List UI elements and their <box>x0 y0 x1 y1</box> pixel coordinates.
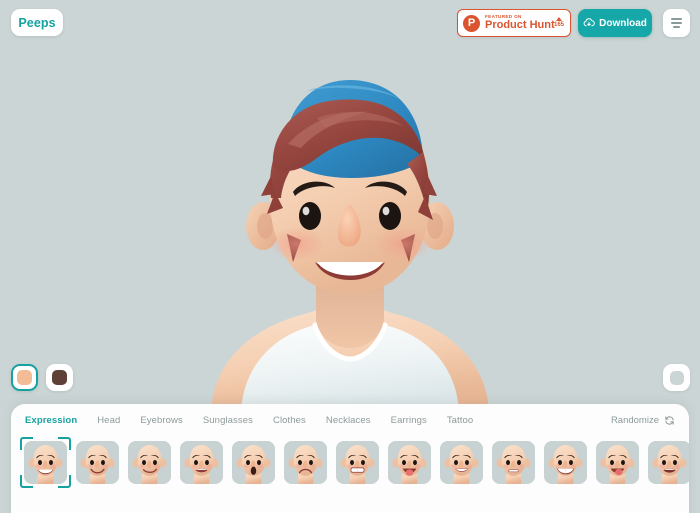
eye-left <box>299 202 321 230</box>
expression-thumbnail-image <box>388 441 431 484</box>
download-button[interactable]: Download <box>578 9 652 37</box>
menu-line-3 <box>673 26 680 28</box>
expression-thumbnail[interactable] <box>76 441 119 484</box>
cheek-left <box>269 227 325 261</box>
cloud-download-icon <box>583 18 595 27</box>
expression-thumbnail-image <box>336 441 379 484</box>
top-bar: Peeps P FEATURED ON Product Hunt 165 Dow… <box>0 0 700 46</box>
tab-head[interactable]: Head <box>97 411 131 430</box>
expression-thumbnail-image <box>596 441 639 484</box>
expression-thumbnail-image <box>492 441 535 484</box>
download-button-label: Download <box>599 17 647 29</box>
skin-swatch-light[interactable] <box>11 364 38 391</box>
expression-thumbnail-image <box>24 441 67 484</box>
skin-swatch-dark[interactable] <box>46 364 73 391</box>
randomize-label: Randomize <box>610 414 659 426</box>
product-hunt-badge[interactable]: P FEATURED ON Product Hunt 165 <box>457 9 571 37</box>
product-hunt-texts: FEATURED ON Product Hunt <box>485 13 555 32</box>
expression-thumbnail[interactable] <box>128 441 171 484</box>
expression-thumbnail[interactable] <box>492 441 535 484</box>
expression-thumbnail-image <box>180 441 223 484</box>
expression-thumbnail-image <box>76 441 119 484</box>
background-color-swatch[interactable] <box>663 364 690 391</box>
background-color-preview <box>669 370 684 385</box>
caret-up-icon <box>555 16 562 21</box>
refresh-icon <box>665 415 674 425</box>
expression-thumbnail-image <box>232 441 275 484</box>
expression-thumbnail[interactable] <box>336 441 379 484</box>
customization-panel: Expression Head Eyebrows Sunglasses Clothes N… <box>11 404 689 513</box>
menu-line-1 <box>671 18 682 20</box>
tab-sunglasses[interactable]: Sunglasses <box>203 411 264 430</box>
hamburger-menu-button[interactable] <box>663 9 690 37</box>
skin-tone-swatches <box>11 364 73 391</box>
avatar-illustration <box>211 80 489 410</box>
tab-eyebrows[interactable]: Eyebrows <box>140 411 194 430</box>
product-hunt-upvote-count: 165 <box>553 21 564 28</box>
tab-necklaces[interactable]: Necklaces <box>326 411 382 430</box>
cheek-right <box>375 227 431 261</box>
expression-thumbnail-image <box>648 441 689 484</box>
expression-thumbnail[interactable] <box>648 441 689 484</box>
expression-thumbnail[interactable] <box>440 441 483 484</box>
expression-thumbnail[interactable] <box>284 441 327 484</box>
tab-clothes[interactable]: Clothes <box>273 411 317 430</box>
menu-line-2 <box>671 22 682 24</box>
expression-thumbnail[interactable] <box>180 441 223 484</box>
eye-right <box>379 202 401 230</box>
expression-thumbnail-image <box>128 441 171 484</box>
product-hunt-featured-label: FEATURED ON <box>485 13 522 19</box>
randomize-button[interactable]: Randomize <box>611 415 677 426</box>
expression-thumbnail-image <box>440 441 483 484</box>
peeps-avatar-editor: Peeps P FEATURED ON Product Hunt 165 Dow… <box>0 0 700 513</box>
panel-header: Expression Head Eyebrows Sunglasses Clothes N… <box>11 404 689 436</box>
skin-swatch-dark-color <box>52 370 67 385</box>
app-logo-button[interactable]: Peeps <box>11 9 63 36</box>
expression-thumbnail-row[interactable] <box>11 436 689 513</box>
expression-thumbnail[interactable] <box>388 441 431 484</box>
expression-thumbnail[interactable] <box>544 441 587 484</box>
product-hunt-icon: P <box>463 14 480 32</box>
avatar-canvas[interactable] <box>0 0 700 410</box>
product-hunt-name-label: Product Hunt <box>485 19 555 32</box>
expression-thumbnail[interactable] <box>596 441 639 484</box>
product-hunt-upvote[interactable]: 165 <box>553 16 564 29</box>
tab-expression[interactable]: Expression <box>25 411 88 430</box>
expression-thumbnail-image <box>544 441 587 484</box>
app-logo-label: Peeps <box>18 15 56 30</box>
expression-thumbnail[interactable] <box>232 441 275 484</box>
category-tabs: Expression Head Eyebrows Sunglasses Clothes N… <box>25 411 611 430</box>
tab-earrings[interactable]: Earrings <box>391 411 438 430</box>
expression-thumbnail[interactable] <box>20 437 71 488</box>
tab-tattoo[interactable]: Tattoo <box>447 411 484 430</box>
expression-thumbnail-image <box>284 441 327 484</box>
skin-swatch-light-color <box>17 370 32 385</box>
